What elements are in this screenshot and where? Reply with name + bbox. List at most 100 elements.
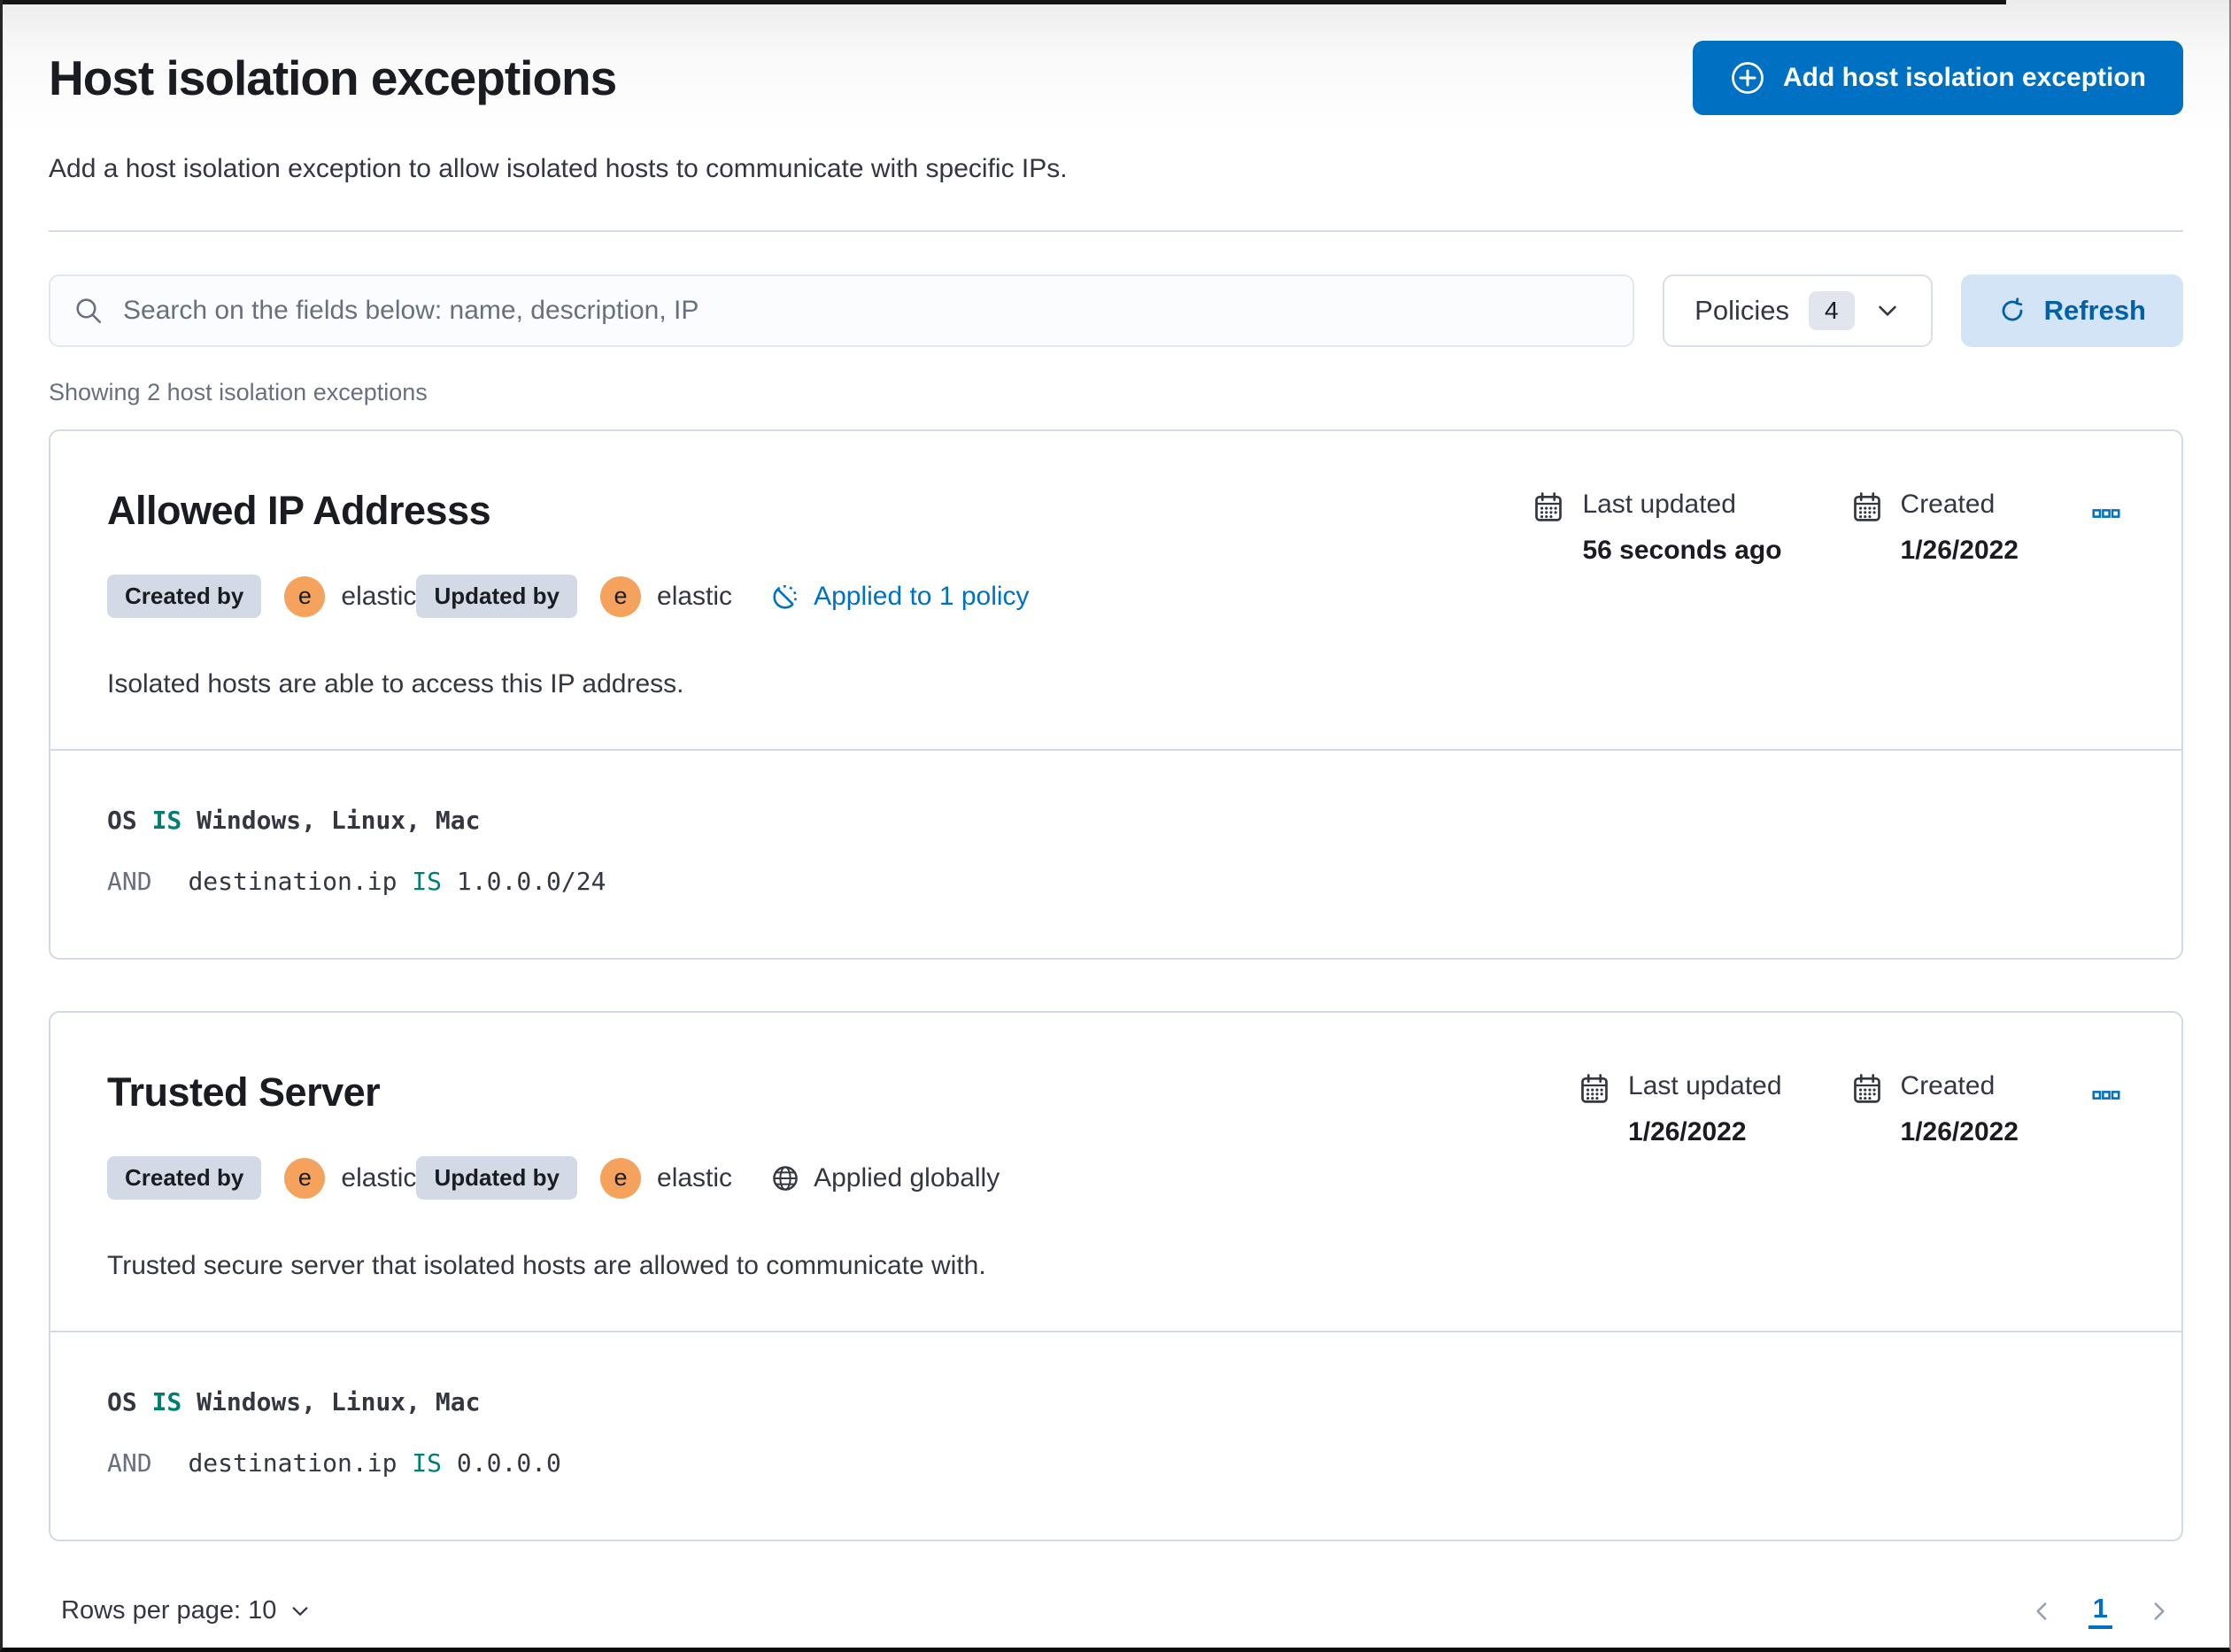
avatar: e (600, 1158, 641, 1199)
criteria-operator: IS (412, 1448, 442, 1478)
plus-in-circle-icon (1730, 60, 1765, 96)
last-updated-label: Last updated (1628, 1071, 1781, 1101)
criteria-value: Windows, Linux, Mac (197, 806, 480, 835)
criteria-value: 1.0.0.0/24 (457, 867, 606, 896)
globe-icon (771, 1164, 799, 1193)
criteria-field: destination.ip (188, 1448, 397, 1478)
page-title: Host isolation exceptions (49, 50, 616, 106)
previous-page-button[interactable] (2026, 1596, 2057, 1626)
last-updated-meta: Last updated 1/26/2022 (1579, 1071, 1781, 1147)
chevron-left-icon (2028, 1598, 2055, 1625)
add-host-isolation-exception-button[interactable]: Add host isolation exception (1693, 41, 2183, 115)
created-by-badge: Created by (107, 1156, 261, 1200)
page-header: Host isolation exceptions Add host isola… (49, 0, 2183, 115)
exception-title: Trusted Server (107, 1069, 1000, 1115)
created-label: Created (1901, 490, 2019, 520)
last-updated-value: 56 seconds ago (1582, 536, 1781, 566)
exception-card-trusted-server: Trusted Server Created by e elastic Upda… (49, 1011, 2183, 1541)
next-page-button[interactable] (2144, 1596, 2174, 1626)
card-meta: Last updated 56 seconds ago Created 1/26… (1532, 477, 2125, 566)
card-header-left: Allowed IP Addresss Created by e elastic… (107, 477, 1030, 699)
app-window: Host isolation exceptions Add host isola… (0, 0, 2231, 1652)
last-updated-label: Last updated (1582, 490, 1781, 520)
criteria-field: OS (107, 806, 137, 835)
criteria-operator: IS (412, 867, 442, 896)
criteria-line: OS IS Windows, Linux, Mac (107, 806, 2125, 835)
last-updated-value: 1/26/2022 (1628, 1117, 1781, 1147)
criteria-line: AND destination.ip IS 1.0.0.0/24 (107, 867, 2125, 896)
criteria-conjunction: AND (107, 1448, 152, 1478)
created-by-user: elastic (341, 1163, 416, 1193)
add-button-label: Add host isolation exception (1783, 63, 2146, 93)
applied-globally-indicator: Applied globally (771, 1163, 1000, 1193)
partial-circle-icon (771, 583, 799, 611)
exception-card-allowed-ip: Allowed IP Addresss Created by e elastic… (49, 429, 2183, 960)
criteria-operator: IS (152, 806, 182, 835)
avatar: e (284, 576, 325, 617)
page-number-1[interactable]: 1 (2088, 1593, 2112, 1629)
header-divider (49, 230, 2183, 232)
avatar: e (600, 576, 641, 617)
refresh-button[interactable]: Refresh (1961, 274, 2183, 347)
search-icon (73, 296, 104, 326)
exception-description: Isolated hosts are able to access this I… (107, 669, 1030, 699)
updated-by-badge: Updated by (416, 1156, 577, 1200)
policies-count-badge: 4 (1809, 291, 1855, 330)
applied-label: Applied to 1 policy (814, 582, 1030, 612)
card-header: Trusted Server Created by e elastic Upda… (50, 1013, 2181, 1331)
card-header-left: Trusted Server Created by e elastic Upda… (107, 1059, 1000, 1281)
host-isolation-exceptions-page: Host isolation exceptions Add host isola… (3, 0, 2229, 1629)
chevron-down-icon (1874, 297, 1901, 324)
criteria-operator: IS (152, 1387, 182, 1417)
criteria-section: OS IS Windows, Linux, Mac AND destinatio… (50, 1331, 2181, 1540)
updated-by-user: elastic (657, 582, 732, 612)
criteria-line: OS IS Windows, Linux, Mac (107, 1387, 2125, 1417)
toolbar: Policies 4 Refresh (49, 274, 2183, 347)
calendar-icon (1851, 1073, 1883, 1105)
updated-by-badge: Updated by (416, 575, 577, 618)
criteria-value: 0.0.0.0 (457, 1448, 561, 1478)
results-summary: Showing 2 host isolation exceptions (49, 379, 2183, 406)
calendar-icon (1532, 491, 1564, 523)
chevron-right-icon (2146, 1598, 2173, 1625)
card-actions-menu-button[interactable] (2088, 495, 2125, 532)
search-box[interactable] (49, 274, 1634, 347)
boxes-horizontal-icon (2091, 498, 2121, 529)
page-subtitle: Add a host isolation exception to allow … (49, 154, 2183, 184)
created-by-user: elastic (341, 582, 416, 612)
criteria-line: AND destination.ip IS 0.0.0.0 (107, 1448, 2125, 1478)
created-label: Created (1901, 1071, 2019, 1101)
window-top-edge (3, 0, 2006, 4)
created-meta: Created 1/26/2022 (1851, 490, 2019, 566)
refresh-label: Refresh (2044, 295, 2146, 327)
badge-row: Created by e elastic Updated by e elasti… (107, 1156, 1000, 1200)
criteria-value: Windows, Linux, Mac (197, 1387, 480, 1417)
rows-per-page-selector[interactable]: Rows per page: 10 (61, 1596, 312, 1625)
calendar-icon (1851, 491, 1883, 523)
pagination: 1 (2026, 1593, 2174, 1629)
policies-label: Policies (1694, 295, 1789, 327)
policies-filter-button[interactable]: Policies 4 (1663, 274, 1932, 347)
search-input[interactable] (123, 296, 1610, 326)
exception-description: Trusted secure server that isolated host… (107, 1251, 1000, 1281)
criteria-section: OS IS Windows, Linux, Mac AND destinatio… (50, 749, 2181, 958)
calendar-icon (1579, 1073, 1610, 1105)
created-by-badge: Created by (107, 575, 261, 618)
refresh-icon (1998, 297, 2026, 325)
created-value: 1/26/2022 (1901, 1117, 2019, 1147)
avatar: e (284, 1158, 325, 1199)
rows-per-page-label: Rows per page: 10 (61, 1596, 276, 1625)
card-header: Allowed IP Addresss Created by e elastic… (50, 431, 2181, 749)
updated-by-user: elastic (657, 1163, 732, 1193)
badge-row: Created by e elastic Updated by e elasti… (107, 575, 1030, 618)
chevron-down-icon (289, 1600, 312, 1623)
applied-label: Applied globally (814, 1163, 1000, 1193)
applied-to-policy-link[interactable]: Applied to 1 policy (771, 582, 1030, 612)
card-meta: Last updated 1/26/2022 Created 1/26/2022 (1579, 1059, 2125, 1147)
exception-title: Allowed IP Addresss (107, 488, 1030, 534)
card-actions-menu-button[interactable] (2088, 1077, 2125, 1114)
created-meta: Created 1/26/2022 (1851, 1071, 2019, 1147)
created-value: 1/26/2022 (1901, 536, 2019, 566)
list-footer: Rows per page: 10 1 (49, 1593, 2183, 1629)
boxes-horizontal-icon (2091, 1080, 2121, 1110)
